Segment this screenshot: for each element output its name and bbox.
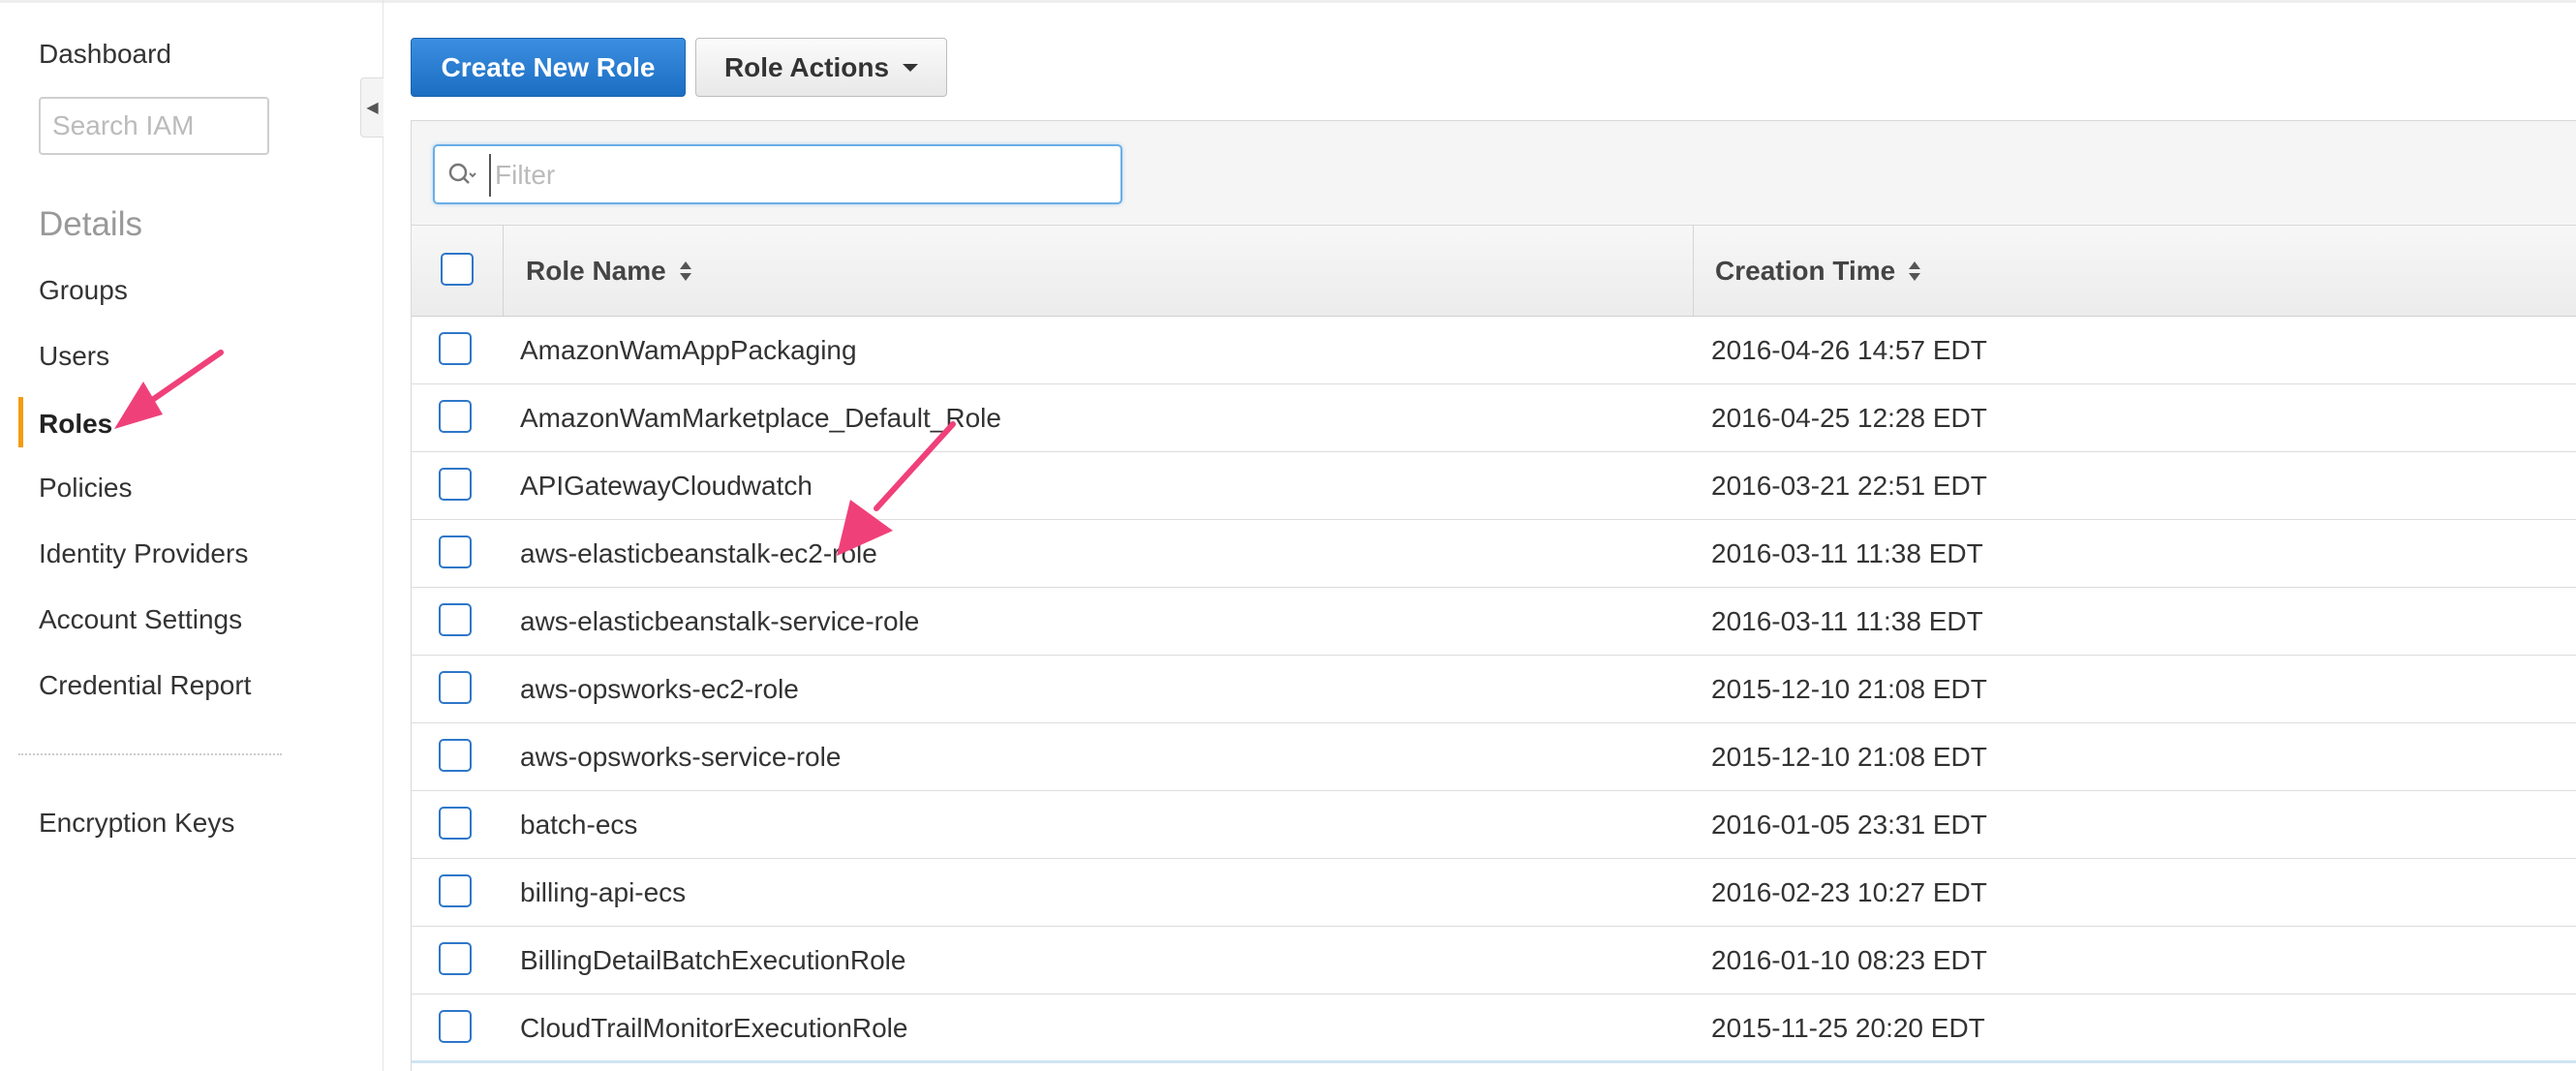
- table-row[interactable]: aws-opsworks-ec2-role 2015-12-10 21:08 E…: [412, 656, 2576, 723]
- chevron-left-icon: ◀: [366, 100, 379, 116]
- table-row[interactable]: AmazonWamAppPackaging 2016-04-26 14:57 E…: [412, 317, 2576, 384]
- table-row[interactable]: batch-ecs 2016-01-05 23:31 EDT: [412, 791, 2576, 859]
- role-name-cell[interactable]: aws-elasticbeanstalk-ec2-role: [520, 520, 877, 588]
- table-row[interactable]: aws-elasticbeanstalk-service-role 2016-0…: [412, 588, 2576, 656]
- row-checkbox[interactable]: [439, 603, 472, 636]
- select-all-checkbox[interactable]: [441, 253, 474, 286]
- role-actions-label: Role Actions: [723, 51, 890, 82]
- column-header-creation-time[interactable]: Creation Time: [1694, 226, 2576, 316]
- select-all-cell: [412, 226, 504, 316]
- roles-panel: Role Name Creation Time AmazonWamAppPack…: [411, 120, 2576, 1071]
- creation-time-cell: 2015-12-10 21:08 EDT: [1711, 742, 1987, 772]
- row-checkbox[interactable]: [439, 942, 472, 975]
- role-name-cell[interactable]: aws-opsworks-service-role: [520, 723, 841, 791]
- sort-icon: [679, 260, 691, 281]
- table-row[interactable]: AmazonWamMarketplace_Default_Role 2016-0…: [412, 384, 2576, 452]
- row-checkbox[interactable]: [439, 400, 472, 433]
- table-row[interactable]: CloudTrailMonitorExecutionRole 2015-11-2…: [412, 994, 2576, 1062]
- sidebar-item-identity-providers[interactable]: Identity Providers: [39, 538, 248, 569]
- row-checkbox[interactable]: [439, 332, 472, 365]
- creation-time-cell: 2016-04-25 12:28 EDT: [1711, 403, 1987, 433]
- row-checkbox[interactable]: [439, 1010, 472, 1043]
- role-name-cell[interactable]: BillingDetailBatchExecutionRole: [520, 927, 905, 994]
- table-row[interactable]: aws-opsworks-service-role 2015-12-10 21:…: [412, 723, 2576, 791]
- top-border: [0, 0, 2576, 3]
- row-checkbox[interactable]: [439, 739, 472, 772]
- creation-time-cell: 2016-03-11 11:38 EDT: [1711, 606, 1983, 636]
- sidebar: Dashboard Details Groups Users Roles Pol…: [0, 0, 383, 1071]
- row-checkbox[interactable]: [439, 671, 472, 704]
- filter-bar: [412, 121, 2576, 226]
- creation-time-cell: 2016-01-05 23:31 EDT: [1711, 810, 1987, 840]
- column-header-role-name[interactable]: Role Name: [505, 226, 1694, 316]
- role-name-cell[interactable]: billing-api-ecs: [520, 859, 686, 927]
- role-name-cell[interactable]: CloudTrailMonitorExecutionRole: [520, 994, 907, 1062]
- table-row[interactable]: BillingDetailBatchExecutionRole 2016-01-…: [412, 927, 2576, 994]
- role-name-cell[interactable]: aws-opsworks-ec2-role: [520, 656, 799, 723]
- column-label-creation-time: Creation Time: [1715, 255, 1896, 286]
- table-bottom-edge: [412, 1060, 2576, 1063]
- row-checkbox[interactable]: [439, 536, 472, 568]
- creation-time-cell: 2015-11-25 20:20 EDT: [1711, 1013, 1985, 1043]
- caret-down-icon: [903, 63, 919, 72]
- row-checkbox[interactable]: [439, 468, 472, 501]
- creation-time-cell: 2016-03-21 22:51 EDT: [1711, 471, 1987, 501]
- column-label-role-name: Role Name: [526, 255, 666, 286]
- role-name-cell[interactable]: AmazonWamMarketplace_Default_Role: [520, 384, 1001, 452]
- role-name-cell[interactable]: aws-elasticbeanstalk-service-role: [520, 588, 919, 656]
- search-dropdown-icon[interactable]: [446, 160, 477, 189]
- table-row[interactable]: aws-elasticbeanstalk-ec2-role 2016-03-11…: [412, 520, 2576, 588]
- role-name-cell[interactable]: APIGatewayCloudwatch: [520, 452, 813, 520]
- sort-icon: [1909, 260, 1921, 281]
- role-actions-dropdown[interactable]: Role Actions: [695, 38, 947, 97]
- sidebar-item-users[interactable]: Users: [39, 341, 109, 372]
- sidebar-item-credential-report[interactable]: Credential Report: [39, 670, 251, 701]
- search-iam-input[interactable]: [39, 97, 269, 155]
- row-checkbox[interactable]: [439, 807, 472, 840]
- sidebar-item-policies[interactable]: Policies: [39, 473, 132, 504]
- sidebar-collapse-button[interactable]: ◀: [360, 77, 383, 138]
- role-name-cell[interactable]: AmazonWamAppPackaging: [520, 317, 857, 384]
- table-row[interactable]: billing-api-ecs 2016-02-23 10:27 EDT: [412, 859, 2576, 927]
- creation-time-cell: 2016-04-26 14:57 EDT: [1711, 335, 1987, 365]
- row-checkbox[interactable]: [439, 874, 472, 907]
- sidebar-item-account-settings[interactable]: Account Settings: [39, 604, 242, 635]
- sidebar-item-roles[interactable]: Roles: [39, 409, 112, 440]
- table-row[interactable]: APIGatewayCloudwatch 2016-03-21 22:51 ED…: [412, 452, 2576, 520]
- creation-time-cell: 2016-01-10 08:23 EDT: [1711, 945, 1987, 975]
- details-heading: Details: [39, 205, 142, 243]
- creation-time-cell: 2016-02-23 10:27 EDT: [1711, 877, 1987, 907]
- table-header: Role Name Creation Time: [412, 226, 2576, 317]
- creation-time-cell: 2015-12-10 21:08 EDT: [1711, 674, 1987, 704]
- create-new-role-button[interactable]: Create New Role: [411, 38, 686, 97]
- filter-input[interactable]: [489, 154, 1117, 197]
- sidebar-item-groups[interactable]: Groups: [39, 275, 128, 306]
- creation-time-cell: 2016-03-11 11:38 EDT: [1711, 538, 1983, 568]
- sidebar-divider: [18, 753, 282, 755]
- active-indicator: [18, 397, 23, 447]
- filter-field[interactable]: [433, 144, 1122, 204]
- sidebar-item-encryption-keys[interactable]: Encryption Keys: [39, 808, 234, 839]
- role-name-cell[interactable]: batch-ecs: [520, 791, 637, 859]
- sidebar-item-dashboard[interactable]: Dashboard: [39, 39, 171, 70]
